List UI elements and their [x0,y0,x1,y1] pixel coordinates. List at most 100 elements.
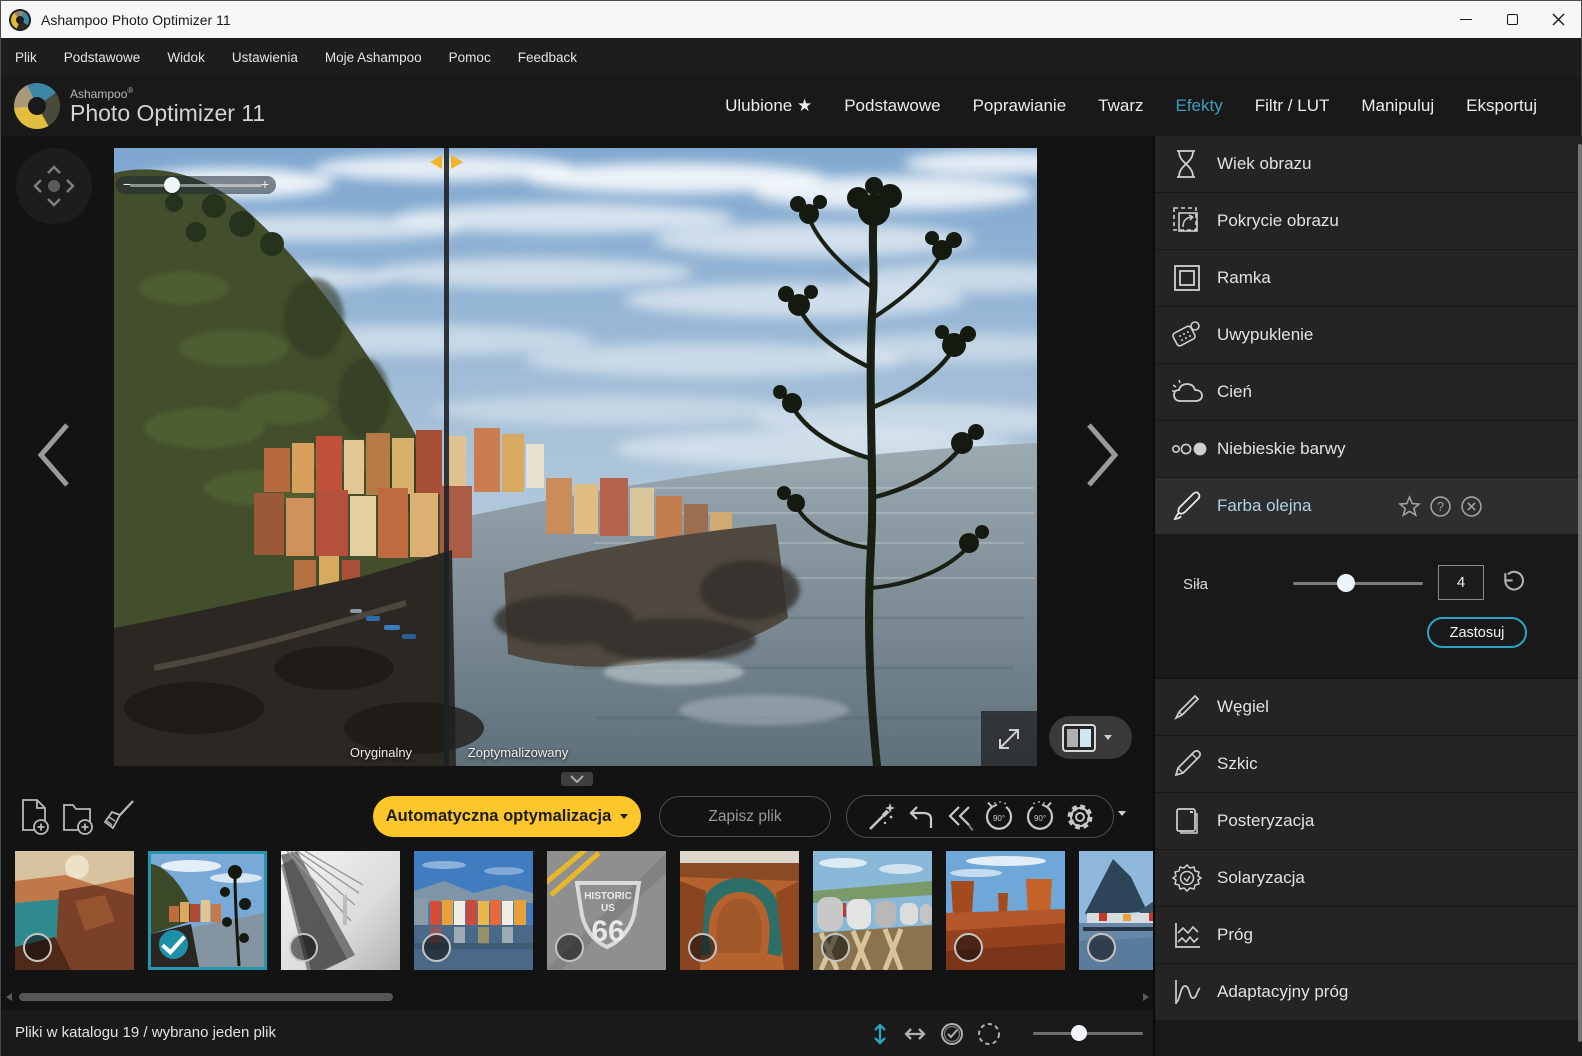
menu-plik[interactable]: Plik [15,50,37,65]
thumbnail-manarola-selected[interactable] [148,851,267,970]
selected-checkbox[interactable] [159,930,188,959]
thumbnail-harbor-houses[interactable] [414,851,533,970]
solarize-icon [1171,862,1217,894]
scrollbar-thumb[interactable] [19,993,393,1001]
select-checkbox[interactable] [954,933,983,962]
menu-moje-ashampoo[interactable]: Moje Ashampoo [325,50,422,65]
thumbnail-mailboxes[interactable] [813,851,932,970]
slider-thumb[interactable] [1071,1025,1087,1041]
favorite-star-icon[interactable] [1398,495,1421,518]
next-image-button[interactable] [1079,419,1125,491]
effect-cien[interactable]: Cień [1155,364,1582,421]
close-button[interactable] [1535,1,1581,38]
nav-manipuluj[interactable]: Manipuluj [1361,96,1434,116]
original-size-icon[interactable] [939,1021,965,1047]
filmstrip-scrollbar[interactable] [1,984,1153,1010]
status-text: Pliki w katalogu 19 / wybrano jeden plik [15,1024,276,1041]
fit-width-icon[interactable] [902,1021,928,1047]
rotate-left-icon[interactable]: 90° [982,800,1016,834]
save-file-button[interactable]: Zapisz plik [659,796,831,837]
effect-uwypuklenie[interactable]: Uwypuklenie [1155,307,1582,364]
zoom-slider[interactable]: − + [116,176,276,194]
nav-poprawianie[interactable]: Poprawianie [973,96,1067,116]
select-checkbox[interactable] [422,933,451,962]
select-checkbox[interactable] [821,933,850,962]
zoom-in-icon[interactable]: + [257,176,273,194]
thumbnail-bridge-fog[interactable] [281,851,400,970]
apply-button[interactable]: Zastosuj [1427,617,1527,648]
nav-efekty[interactable]: Efekty [1176,96,1223,116]
caret-down-icon[interactable] [1104,735,1112,740]
menu-podstawowe[interactable]: Podstawowe [64,50,141,65]
effect-farba-olejna-active[interactable]: Farba olejna ? [1155,478,1582,535]
select-checkbox[interactable] [289,933,318,962]
magic-wand-icon[interactable] [864,801,896,833]
sidebar-scrollbar[interactable] [1578,144,1582,1042]
thumbnail-monument-valley[interactable] [946,851,1065,970]
emboss-icon [1171,319,1217,351]
select-checkbox[interactable] [555,933,584,962]
effect-wiek-obrazu[interactable]: Wiek obrazu [1155,136,1582,193]
effect-prog[interactable]: Próg [1155,907,1582,964]
auto-optimize-button[interactable]: Automatyczna optymalizacja [373,796,641,837]
fit-height-icon[interactable] [867,1021,893,1047]
effect-wegiel[interactable]: Węgiel [1155,679,1582,736]
effect-solaryzacja[interactable]: Solaryzacja [1155,850,1582,907]
undo-all-icon[interactable] [942,802,974,832]
brand-text: Ashampoo® Photo Optimizer 11 [70,87,265,125]
nav-eksportuj[interactable]: Eksportuj [1466,96,1537,116]
previous-image-button[interactable] [31,419,77,491]
clear-list-button[interactable] [99,797,137,837]
minimize-button[interactable] [1443,1,1489,38]
scroll-right-icon[interactable] [1143,993,1149,1001]
thumbnail-size-slider[interactable] [1033,1032,1143,1035]
select-checkbox[interactable] [23,933,52,962]
strength-slider-thumb[interactable] [1337,574,1355,592]
compare-mode-button[interactable] [1049,716,1132,759]
pan-control-icon [14,146,94,226]
menu-ustawienia[interactable]: Ustawienia [232,50,298,65]
photo-canvas[interactable]: − + Oryginalny Zoptymalizowany [114,148,1037,766]
select-checkbox[interactable] [688,933,717,962]
adaptive-threshold-icon [1171,976,1217,1008]
select-checkbox[interactable] [1087,933,1116,962]
strength-value-input[interactable]: 4 [1438,565,1484,600]
pan-control[interactable] [14,146,94,226]
nav-ulubione[interactable]: Ulubione ★ [725,96,812,116]
nav-podstawowe[interactable]: Podstawowe [844,96,940,116]
fullscreen-button[interactable] [981,711,1037,766]
thumbnail-horseshoe-bend[interactable] [680,851,799,970]
settings-gear-icon[interactable] [1064,801,1096,833]
menu-feedback[interactable]: Feedback [518,50,577,65]
nav-filtr-lut[interactable]: Filtr / LUT [1255,96,1330,116]
menu-widok[interactable]: Widok [167,50,205,65]
nav-twarz[interactable]: Twarz [1098,96,1143,116]
reset-icon[interactable] [1497,569,1524,596]
scroll-left-icon[interactable] [6,993,12,1001]
thumbnail-canyon-lake[interactable] [15,851,134,970]
thumbnail-fishing-village[interactable] [1079,851,1153,970]
add-file-button[interactable] [17,797,53,837]
tool-group-dropdown[interactable] [1118,811,1126,816]
zoom-out-icon[interactable]: − [119,176,135,194]
zoom-slider-thumb[interactable] [164,177,180,193]
compare-divider[interactable] [444,148,449,766]
thumbnail-route-66[interactable]: HISTORIC US 66 [547,851,666,970]
effect-adaptacyjny-prog[interactable]: Adaptacyjny próg [1155,964,1582,1021]
rotate-right-icon[interactable]: 90° [1023,800,1057,834]
effect-szkic[interactable]: Szkic [1155,736,1582,793]
effect-pokrycie-obrazu[interactable]: Pokrycie obrazu [1155,193,1582,250]
close-effect-icon[interactable] [1460,495,1483,518]
strength-slider[interactable] [1293,582,1423,585]
help-icon[interactable]: ? [1429,495,1452,518]
effect-posteryzacja[interactable]: Posteryzacja [1155,793,1582,850]
effect-ramka[interactable]: Ramka [1155,250,1582,307]
add-folder-button[interactable] [59,797,95,837]
maximize-button[interactable] [1489,1,1535,38]
free-zoom-icon[interactable] [976,1021,1002,1047]
undo-icon[interactable] [903,802,935,832]
effect-label: Cień [1217,382,1252,402]
collapse-filmstrip-button[interactable] [561,772,593,786]
effect-niebieskie-barwy[interactable]: Niebieskie barwy [1155,421,1582,478]
menu-pomoc[interactable]: Pomoc [449,50,491,65]
